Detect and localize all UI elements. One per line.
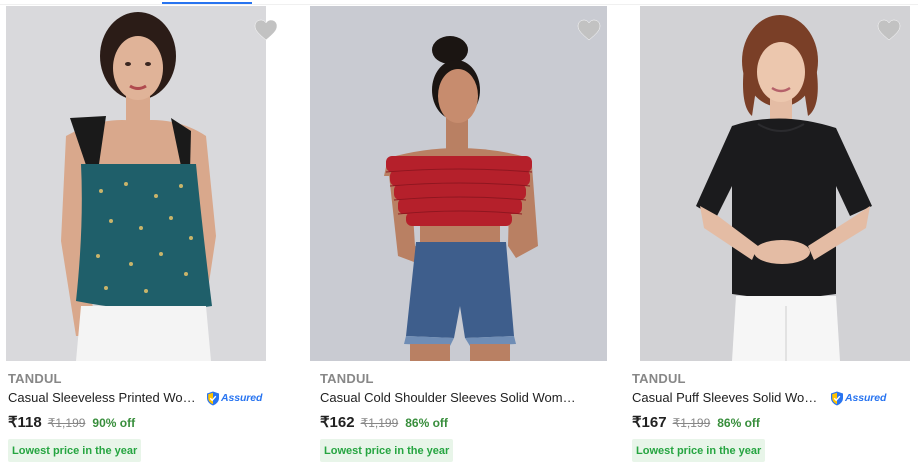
heart-icon: [577, 19, 601, 41]
assured-label: Assured: [845, 392, 887, 404]
assured-label: Assured: [221, 392, 263, 404]
product-info[interactable]: TANDUL Casual Cold Shoulder Sleeves Soli…: [320, 371, 616, 462]
product-info[interactable]: TANDUL Casual Sleeveless Printed Women T…: [8, 371, 304, 462]
heart-icon: [254, 19, 278, 41]
assured-badge: Assured: [206, 390, 262, 406]
offer-tag: Lowest price in the year: [320, 439, 454, 462]
price-row: ₹162 ₹1,199 86% off: [320, 413, 616, 431]
shield-check-icon: [207, 391, 219, 405]
product-image[interactable]: [640, 6, 910, 361]
product-title[interactable]: Casual Cold Shoulder Sleeves Solid Women…: [320, 389, 582, 407]
original-price: ₹1,199: [360, 416, 399, 430]
shield-check-icon: [831, 391, 843, 405]
selling-price: ₹167: [632, 414, 667, 431]
wishlist-button[interactable]: [252, 16, 280, 44]
product-grid: TANDUL Casual Sleeveless Printed Women T…: [0, 6, 918, 465]
product-card[interactable]: TANDUL Casual Puff Sleeves Solid Women T…: [630, 6, 918, 465]
product-image-link[interactable]: [6, 6, 306, 361]
selling-price: ₹162: [320, 414, 355, 431]
discount-percent: 86% off: [717, 416, 760, 430]
wishlist-button[interactable]: [875, 16, 903, 44]
header-divider: [0, 4, 918, 5]
product-card[interactable]: TANDUL Casual Sleeveless Printed Women T…: [6, 6, 306, 465]
original-price: ₹1,199: [672, 416, 711, 430]
title-row: Casual Cold Shoulder Sleeves Solid Women…: [320, 389, 616, 407]
product-image-link[interactable]: [630, 6, 918, 361]
product-brand: TANDUL: [8, 371, 62, 386]
title-row: Casual Puff Sleeves Solid Women Top Assu…: [632, 389, 918, 407]
assured-badge: Assured: [830, 390, 886, 406]
product-image[interactable]: [309, 6, 607, 361]
offer-tag: Lowest price in the year: [8, 439, 142, 462]
product-image-link[interactable]: [309, 6, 618, 361]
discount-percent: 86% off: [405, 416, 448, 430]
discount-percent: 90% off: [92, 416, 136, 430]
product-brand: TANDUL: [632, 371, 686, 386]
original-price: ₹1,199: [47, 416, 86, 430]
active-filter-indicator: [162, 2, 252, 4]
product-info[interactable]: TANDUL Casual Puff Sleeves Solid Women T…: [632, 371, 918, 462]
offer-tag: Lowest price in the year: [632, 439, 766, 462]
heart-icon: [877, 19, 901, 41]
product-image[interactable]: [6, 6, 266, 361]
product-title[interactable]: Casual Puff Sleeves Solid Women Top: [632, 389, 828, 407]
title-row: Casual Sleeveless Printed Women Top Assu…: [8, 389, 304, 407]
price-row: ₹167 ₹1,199 86% off: [632, 413, 918, 431]
selling-price: ₹118: [8, 414, 42, 431]
product-brand: TANDUL: [320, 371, 374, 386]
wishlist-button[interactable]: [575, 16, 603, 44]
product-card[interactable]: TANDUL Casual Cold Shoulder Sleeves Soli…: [309, 6, 618, 465]
price-row: ₹118 ₹1,199 90% off: [8, 413, 304, 431]
product-title[interactable]: Casual Sleeveless Printed Women Top: [8, 389, 204, 407]
